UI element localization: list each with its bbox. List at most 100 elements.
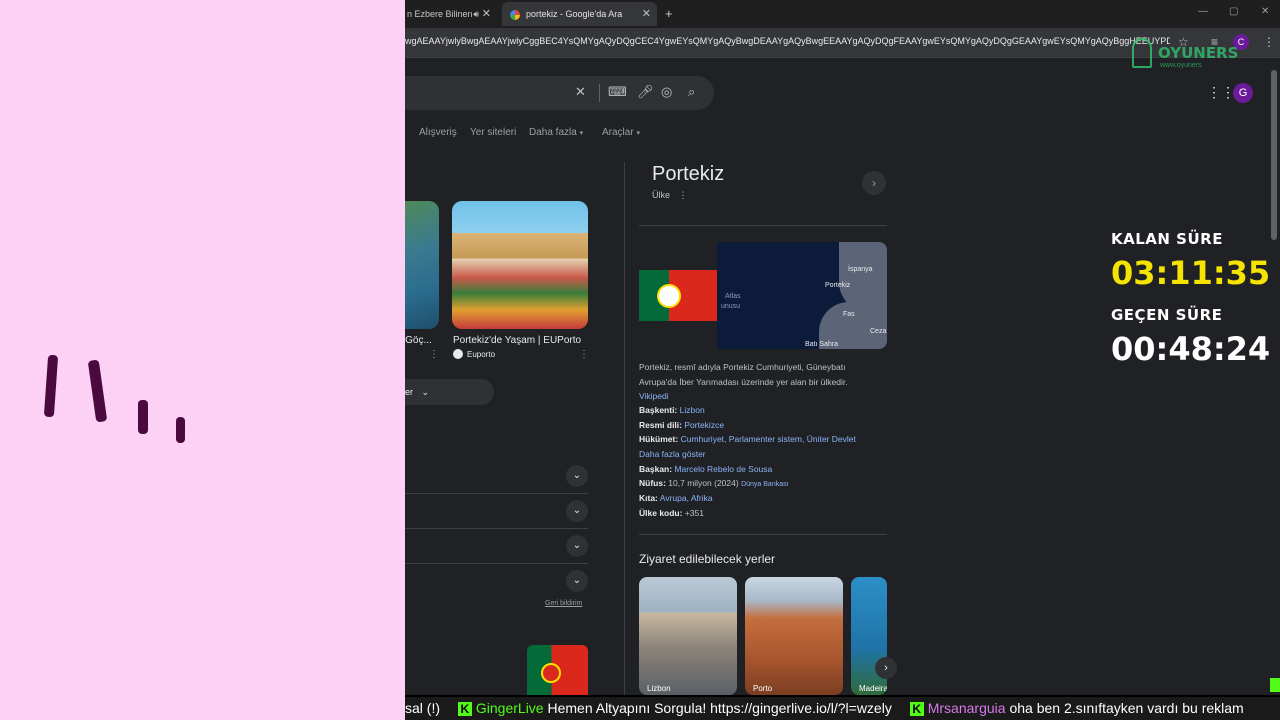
lens-camera-icon[interactable]: ◎ [661, 84, 672, 100]
url-text[interactable]: wgAEAAYjwlyBwgAEAAYjwlyCggBEC4YsQMYgAQyD… [405, 36, 1170, 46]
place-card[interactable]: Lizbon [639, 577, 737, 695]
kp-description-text: Portekiz, resmî adıyla Portekiz Cumhuriy… [639, 362, 848, 387]
new-tab-button[interactable]: + [665, 2, 681, 26]
chevron-right-icon[interactable]: › [875, 657, 897, 679]
minimize-icon[interactable]: — [1198, 6, 1208, 17]
chevron-down-icon[interactable]: ⌄ [566, 465, 588, 487]
close-window-icon[interactable]: ✕ [1261, 6, 1269, 17]
search-box[interactable]: ✕ ⌨ 🎤︎ ◎ ⌕ [405, 76, 714, 110]
kp-subtitle: Ülke ⋮ [652, 190, 688, 201]
fact-value: +351 [684, 508, 704, 518]
microphone-icon[interactable]: 🎤︎ [637, 84, 654, 100]
fact-value[interactable]: Avrupa, Afrika [660, 493, 713, 503]
place-card[interactable]: Porto [745, 577, 843, 695]
chat-username: GingerLive [475, 700, 544, 716]
kick-icon: K [909, 702, 924, 717]
fact-label: Resmi dili: [639, 420, 682, 430]
close-tab-icon[interactable]: ✕ [482, 2, 491, 26]
fact-label: Başkan: [639, 464, 673, 474]
scrollbar[interactable] [1271, 70, 1277, 240]
kp-chevron-right-icon[interactable]: › [862, 171, 886, 195]
ticker-prefix: sal (!) [405, 700, 440, 716]
fact-value[interactable]: Portekizce [684, 420, 724, 430]
pill-label: er [405, 387, 414, 397]
question-row[interactable]: ⌄ [405, 529, 588, 564]
question-row[interactable]: ⌄ [405, 564, 588, 599]
place-label: Madeira [859, 684, 887, 693]
logo-text: OYUNERS [1158, 44, 1239, 62]
logo-figure [1132, 38, 1152, 68]
card-image-houses[interactable] [452, 201, 588, 329]
card-image-coast[interactable] [405, 201, 439, 329]
more-options-icon[interactable]: ⋮ [679, 190, 688, 200]
tab-label: n Ezbere Bilinen [407, 9, 473, 19]
fact-label: Başkenti: [639, 405, 678, 415]
question-row[interactable]: ⌄ [405, 459, 588, 494]
filter-tools[interactable]: Araçlar ▾ [602, 127, 640, 138]
card-title[interactable]: r Göç... [405, 335, 432, 346]
fact-label: Kıta: [639, 493, 658, 503]
column-divider [624, 162, 625, 695]
source-link[interactable]: Dünya Bankası [741, 481, 788, 488]
fact-label: Hükümet: [639, 434, 679, 444]
wikipedia-link[interactable]: Vikipedi [639, 391, 669, 401]
tab-label: portekiz - Google'da Ara [526, 9, 623, 19]
fact-value[interactable]: Lizbon [680, 405, 705, 415]
google-icon [510, 9, 520, 20]
kick-badge [1270, 678, 1280, 692]
caret-down-icon: ▾ [636, 130, 640, 137]
filter-more[interactable]: Daha fazla ▾ [529, 127, 583, 138]
speaker-icon: 🔊︎ [473, 9, 479, 19]
fact-government: Hükümet: Cumhuriyet, Parlamenter sistem,… [639, 434, 856, 444]
places-heading: Ziyaret edilebilecek yerler [639, 552, 776, 566]
kp-map[interactable]: İspanya Portekiz Atlas unusu Fas Ceza Ba… [639, 242, 887, 349]
menu-icon[interactable]: ⋮ [1263, 35, 1275, 49]
map-label: İspanya [848, 266, 873, 273]
expand-pill[interactable]: er ⌄ [405, 379, 494, 405]
fact-value: 10,7 milyon (2024) [668, 478, 739, 488]
logo-subtext: www.oyuners [1160, 62, 1202, 69]
maximize-icon[interactable]: ▢ [1229, 6, 1238, 17]
account-avatar[interactable]: G [1233, 83, 1253, 103]
card-source: Euporto [467, 350, 496, 359]
chevron-down-icon: ⌄ [421, 387, 430, 397]
source-favicon [453, 349, 463, 359]
kp-description: Portekiz, resmî adıyla Portekiz Cumhuriy… [639, 360, 885, 404]
chevron-down-icon[interactable]: ⌄ [566, 535, 588, 557]
more-options-icon[interactable]: ⋮ [429, 349, 439, 360]
scribble-stroke [176, 417, 185, 443]
apps-grid-icon[interactable]: ⋮⋮ [1207, 84, 1235, 101]
fact-president: Başkan: Marcelo Rebelo de Sousa [639, 464, 772, 474]
scribble-stroke [138, 400, 148, 434]
filter-shopping[interactable]: Alışveriş [419, 127, 457, 138]
question-row[interactable]: ⌄ [405, 494, 588, 529]
fact-value[interactable]: Cumhuriyet, Parlamenter sistem, Üniter D… [681, 434, 856, 444]
chevron-down-icon[interactable]: ⌄ [566, 570, 588, 592]
tab-active[interactable]: portekiz - Google'da Ara ✕ [502, 2, 657, 26]
fact-capital: Başkenti: Lizbon [639, 405, 705, 415]
flag-thumbnail[interactable] [527, 645, 588, 695]
more-options-icon[interactable]: ⋮ [579, 349, 589, 360]
clear-icon[interactable]: ✕ [575, 84, 586, 100]
search-divider [599, 84, 600, 102]
tab-previous[interactable]: n Ezbere Bilinen 🔊︎ ✕ [405, 2, 497, 26]
map-label: Portekiz [825, 282, 851, 289]
keyboard-icon[interactable]: ⌨ [608, 84, 627, 100]
chat-ticker: sal (!) K GingerLive Hemen Altyapını Sorg… [405, 697, 1280, 720]
remaining-time: 03:11:35 [1111, 254, 1271, 292]
fact-label: Nüfus: [639, 478, 666, 488]
feedback-link[interactable]: Geri bildirim [545, 600, 582, 607]
tab-strip: n Ezbere Bilinen 🔊︎ ✕ portekiz - Google'… [405, 0, 1280, 28]
search-icon[interactable]: ⌕ [688, 84, 695, 100]
chat-username: Mrsanarguia [927, 700, 1006, 716]
fact-population: Nüfus: 10,7 milyon (2024) Dünya Bankası [639, 478, 789, 488]
show-more-link[interactable]: Daha fazla göster [639, 449, 706, 459]
scribble-stroke [87, 359, 108, 423]
fact-label: Ülke kodu: [639, 508, 683, 518]
chevron-down-icon[interactable]: ⌄ [566, 500, 588, 522]
card-title[interactable]: Portekiz'de Yaşam | EUPorto [453, 335, 581, 346]
fact-value[interactable]: Marcelo Rebelo de Sousa [674, 464, 772, 474]
map-label: Batı Sahra [805, 341, 839, 348]
filter-sites[interactable]: Yer siteleri [470, 127, 516, 138]
close-tab-icon[interactable]: ✕ [642, 2, 651, 26]
